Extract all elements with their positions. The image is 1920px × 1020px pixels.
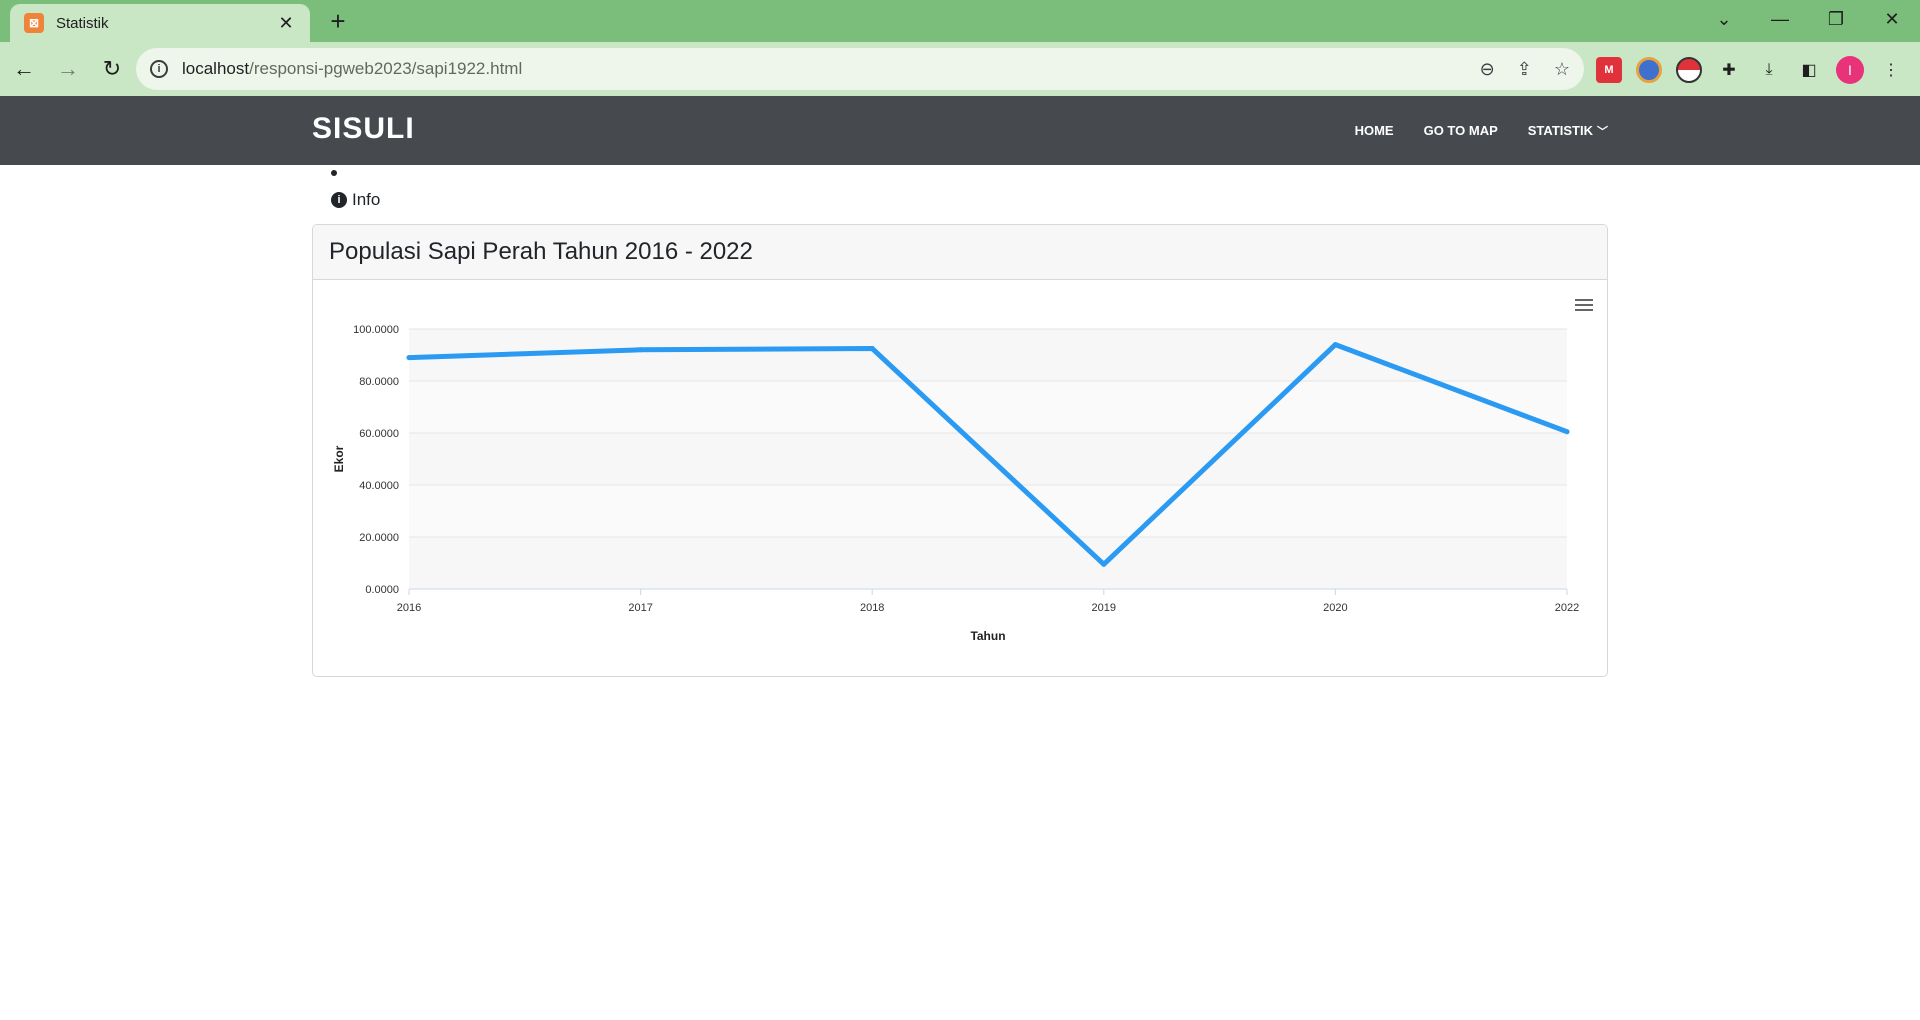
url-path: /responsi-pgweb2023/sapi1922.html <box>249 59 523 78</box>
chevron-down-icon: ﹀ <box>1597 125 1608 138</box>
window-controls: ⌄ — ❐ ✕ <box>1696 0 1920 38</box>
profile-avatar[interactable]: I <box>1836 56 1864 84</box>
y-tick-label: 80.0000 <box>359 376 399 388</box>
chart-container: 0.0000 20.0000 40.0000 60.0000 80.0000 100.00… <box>313 281 1607 676</box>
tab-title: Statistik <box>56 14 109 32</box>
x-tick-label: 2020 <box>1323 602 1347 614</box>
x-tick-label: 2016 <box>397 602 421 614</box>
download-icon[interactable]: ⤓ <box>1756 57 1782 83</box>
x-tick-label: 2019 <box>1092 602 1116 614</box>
info-circle-icon: i <box>331 192 347 208</box>
new-tab-icon[interactable]: + <box>322 6 354 38</box>
extensions-puzzle-icon[interactable]: ✚ <box>1716 57 1742 83</box>
browser-tabstrip: ⊠ Statistik ✕ + ⌄ — ❐ ✕ <box>0 0 1920 42</box>
y-tick-label: 40.0000 <box>359 480 399 492</box>
browser-tab[interactable]: ⊠ Statistik ✕ <box>10 4 310 42</box>
x-tick-label: 2022 <box>1555 602 1579 614</box>
data-point <box>638 347 644 353</box>
y-tick-label: 100.0000 <box>353 324 399 336</box>
x-tick-label: 2017 <box>628 602 652 614</box>
close-window-icon[interactable]: ✕ <box>1864 0 1920 38</box>
brand-logo[interactable]: SISULI <box>312 112 415 146</box>
y-tick-label: 0.0000 <box>365 584 399 596</box>
nav-links: HOME GO TO MAP STATISTIK ﹀ <box>1355 96 1608 165</box>
zoom-icon[interactable]: ⊖ <box>1480 59 1495 80</box>
close-icon[interactable]: ✕ <box>276 13 296 34</box>
data-point <box>1332 342 1338 348</box>
x-tick-label: 2018 <box>860 602 884 614</box>
site-navbar: SISULI HOME GO TO MAP STATISTIK ﹀ <box>0 96 1920 165</box>
browser-toolbar: ← → ↻ i localhost /responsi-pgweb2023/sa… <box>0 42 1920 96</box>
nav-home-link[interactable]: HOME <box>1355 123 1394 138</box>
back-icon[interactable]: ← <box>4 49 44 89</box>
address-bar[interactable]: i localhost /responsi-pgweb2023/sapi1922… <box>136 48 1584 90</box>
list-bullet <box>331 170 337 176</box>
chart-card: Populasi Sapi Perah Tahun 2016 - 2022 0.… <box>312 224 1608 677</box>
plot-band <box>409 329 1567 381</box>
site-info-icon[interactable]: i <box>150 60 168 78</box>
share-icon[interactable]: ⇪ <box>1517 59 1532 80</box>
plot-band <box>409 381 1567 433</box>
line-chart: 0.0000 20.0000 40.0000 60.0000 80.0000 100.00… <box>332 324 1579 643</box>
menu-kebab-icon[interactable]: ⋮ <box>1878 57 1904 83</box>
chart-menu-icon[interactable] <box>1575 299 1593 314</box>
extensions-area: M ✚ ⤓ ◧ I ⋮ <box>1596 50 1904 90</box>
extension-blue-icon[interactable] <box>1636 57 1662 83</box>
x-axis-title: Tahun <box>970 629 1005 643</box>
y-tick-label: 20.0000 <box>359 532 399 544</box>
data-point <box>869 346 875 351</box>
url-host: localhost <box>182 59 250 78</box>
extension-red-icon[interactable]: M <box>1596 57 1622 83</box>
restore-icon[interactable]: ❐ <box>1808 0 1864 38</box>
plot-band <box>409 537 1567 589</box>
nav-statistik-dropdown[interactable]: STATISTIK ﹀ <box>1528 123 1608 139</box>
y-axis-title: Ekor <box>332 445 346 472</box>
data-point <box>1564 429 1570 435</box>
card-title: Populasi Sapi Perah Tahun 2016 - 2022 <box>329 238 753 265</box>
data-point <box>1101 561 1107 567</box>
nav-statistik-label: STATISTIK <box>1527 122 1593 138</box>
plot-band <box>409 485 1567 537</box>
bookmark-star-icon[interactable]: ☆ <box>1554 59 1570 80</box>
forward-icon[interactable]: → <box>48 49 88 89</box>
tab-search-icon[interactable]: ⌄ <box>1696 0 1752 38</box>
info-label: Info <box>352 190 381 209</box>
nav-map-link[interactable]: GO TO MAP <box>1424 123 1498 138</box>
card-header: Populasi Sapi Perah Tahun 2016 - 2022 <box>313 225 1607 280</box>
xampp-icon: ⊠ <box>24 13 44 33</box>
side-panel-icon[interactable]: ◧ <box>1796 57 1822 83</box>
minimize-icon[interactable]: — <box>1752 0 1808 38</box>
reload-icon[interactable]: ↻ <box>92 49 132 89</box>
y-tick-label: 60.0000 <box>359 428 399 440</box>
extension-ball-icon[interactable] <box>1676 57 1702 83</box>
info-link[interactable]: i Info <box>331 190 380 210</box>
data-point <box>406 355 412 361</box>
